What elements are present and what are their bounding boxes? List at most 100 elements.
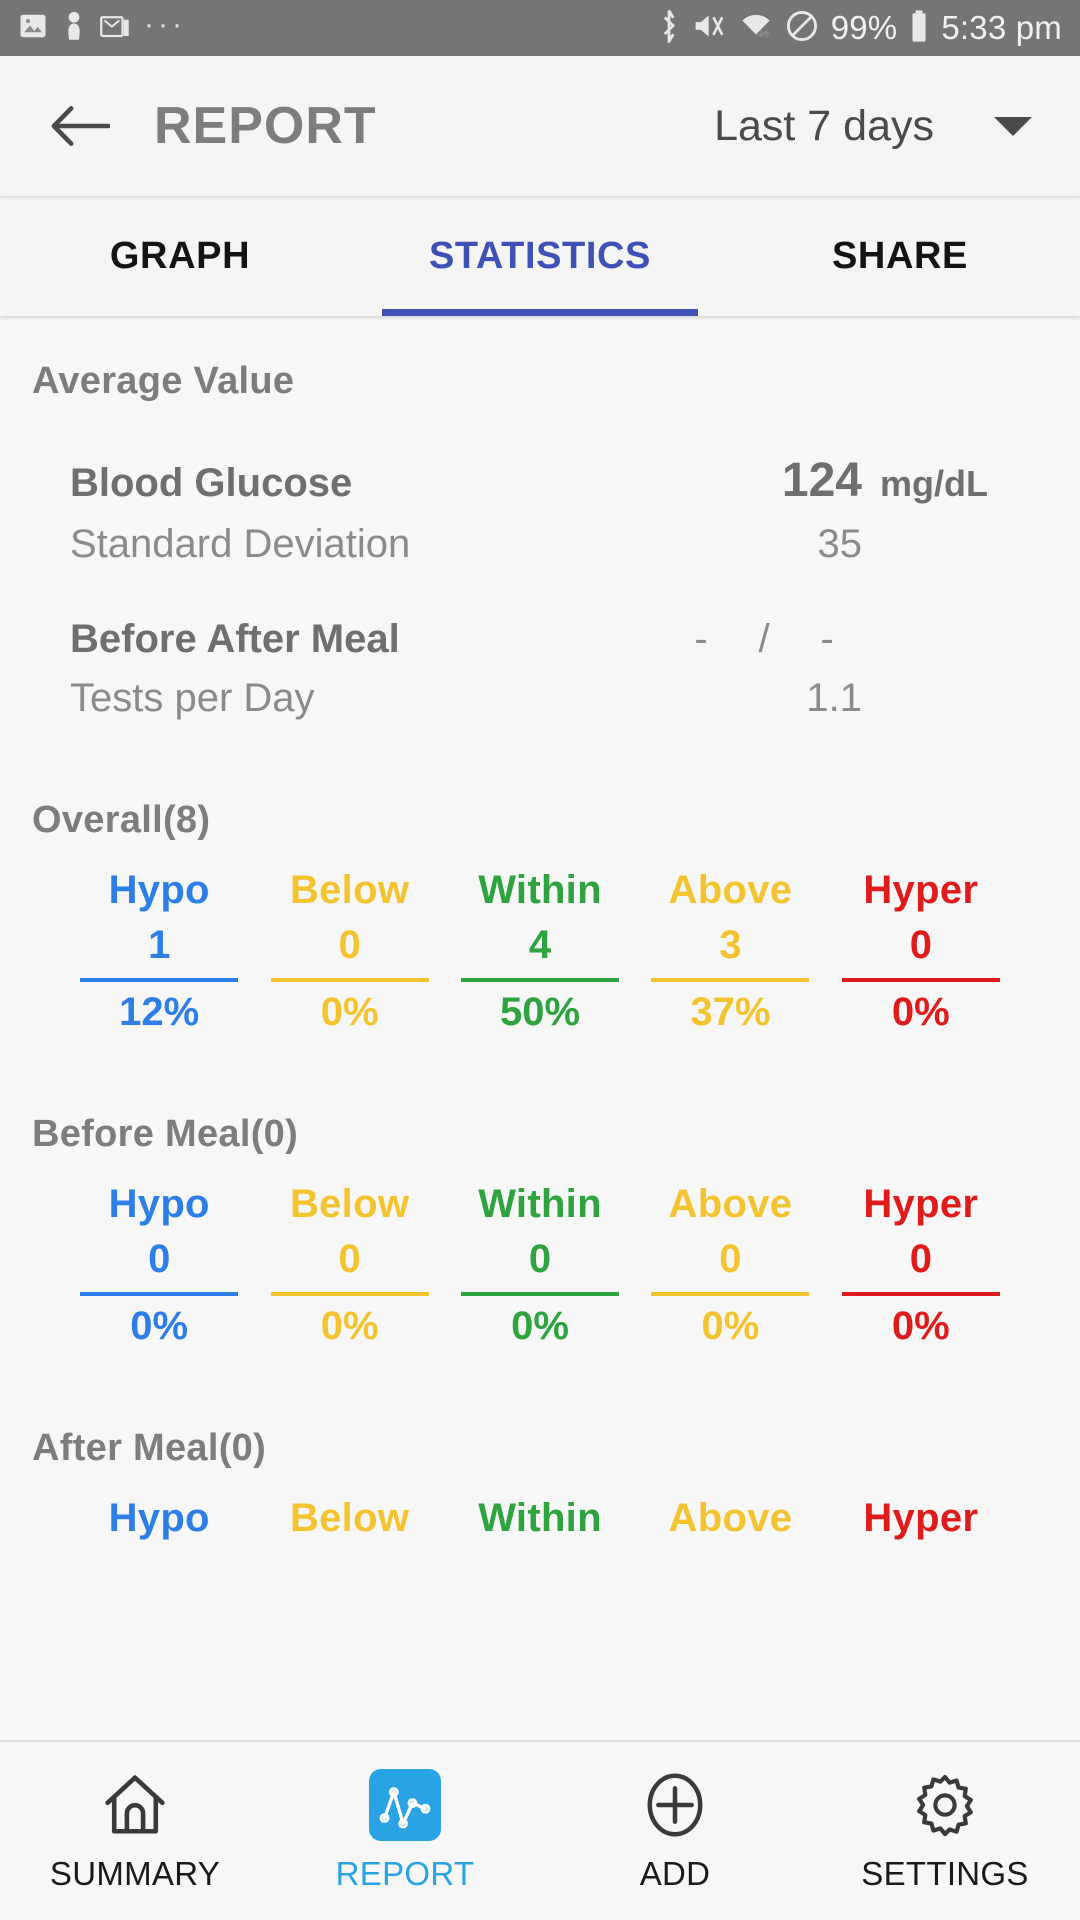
nav-item-settings[interactable]: SETTINGS: [810, 1769, 1080, 1893]
range-label-within: Within: [478, 868, 602, 912]
range-rule-hypo: [80, 978, 239, 982]
bluetooth-icon: [657, 9, 681, 48]
home-icon: [100, 1769, 170, 1841]
range-col-above: Above 3 37%: [635, 868, 825, 1035]
before-after-meal-values: - / -: [666, 617, 862, 662]
chart-icon: [369, 1769, 441, 1841]
date-range-dropdown[interactable]: Last 7 days: [714, 102, 1042, 151]
back-arrow-icon: [51, 106, 110, 146]
bottom-navigation: SUMMARY REPORT ADD SETTINGS: [0, 1740, 1080, 1920]
range-count-hypo: 1: [148, 923, 171, 967]
nav-item-report[interactable]: REPORT: [270, 1769, 540, 1893]
range-col-below: Below 0 0%: [254, 1182, 444, 1349]
more-dots-icon: ···: [144, 8, 186, 41]
nav-label-report: REPORT: [335, 1855, 475, 1892]
before-meal-value: -: [694, 617, 708, 661]
range-label-above: Above: [668, 1182, 793, 1226]
range-pct-hyper: 0%: [891, 990, 950, 1034]
tab-graph-label: GRAPH: [109, 234, 251, 277]
before-after-separator: /: [758, 617, 770, 661]
range-rule-below: [270, 978, 429, 982]
nav-item-add[interactable]: ADD: [540, 1769, 810, 1893]
before-after-meal-label: Before After Meal: [70, 617, 400, 661]
range-col-within: Within 4 50%: [445, 868, 635, 1035]
range-pct-above: 0%: [701, 1304, 760, 1348]
back-button[interactable]: [48, 94, 112, 158]
range-pct-hyper: 0%: [891, 1304, 950, 1348]
range-rule-within: [461, 1292, 620, 1296]
after-meal-value: -: [820, 617, 834, 661]
group-before-meal: Before Meal(0) Hypo 0 0% Below 0 0% With…: [32, 1113, 1048, 1349]
tests-per-day-label: Tests per Day: [70, 676, 315, 720]
standard-deviation-label: Standard Deviation: [70, 522, 411, 566]
range-count-below: 0: [338, 1237, 361, 1281]
range-label-above: Above: [668, 1496, 793, 1540]
range-count-above: 3: [719, 923, 742, 967]
statistics-content: Average Value Blood Glucose 124 mg/dL St…: [0, 316, 1080, 1740]
clock-time: 5:33 pm: [941, 9, 1062, 46]
range-col-hypo: Hypo 1 12%: [64, 868, 254, 1035]
nav-label-settings: SETTINGS: [861, 1855, 1029, 1892]
battery-icon: [909, 9, 929, 48]
range-rule-below: [270, 1292, 429, 1296]
report-chip: [369, 1769, 441, 1841]
tab-statistics[interactable]: STATISTICS: [360, 196, 720, 316]
range-rule-above: [651, 1292, 810, 1296]
group-after-meal-title: After Meal(0): [32, 1427, 267, 1469]
range-pct-within: 50%: [499, 990, 581, 1034]
range-count-below: 0: [338, 923, 361, 967]
tab-graph[interactable]: GRAPH: [0, 196, 360, 316]
range-pct-hypo: 0%: [130, 1304, 189, 1348]
date-range-label: Last 7 days: [714, 101, 934, 150]
chevron-down-icon: [994, 116, 1032, 136]
status-bar-right-icons: 99% 5:33 pm: [657, 9, 1062, 48]
group-after-meal-table: Hypo Below Within Above Hyper: [32, 1496, 1048, 1541]
range-col-above: Above: [635, 1496, 825, 1541]
range-rule-hypo: [80, 1292, 239, 1296]
page-title: REPORT: [154, 97, 377, 155]
range-count-above: 0: [719, 1237, 742, 1281]
average-value-heading: Average Value: [32, 360, 295, 402]
range-count-within: 4: [528, 923, 552, 967]
range-col-below: Below: [254, 1496, 444, 1541]
range-col-hyper: Hyper 0 0%: [826, 868, 1016, 1035]
nav-label-summary: SUMMARY: [49, 1855, 221, 1892]
tab-share-label: SHARE: [831, 234, 969, 277]
gmail-icon: [100, 11, 130, 46]
range-pct-below: 0%: [320, 990, 379, 1034]
range-label-below: Below: [289, 868, 410, 912]
standard-deviation-value: 35: [817, 522, 863, 566]
tests-per-day-row: Tests per Day 1.1 mg/dL: [70, 676, 1010, 721]
standard-deviation-row: Standard Deviation 35 mg/dL: [70, 522, 1010, 567]
range-col-hyper: Hyper: [826, 1496, 1016, 1541]
group-before-meal-table: Hypo 0 0% Below 0 0% Within 0 0% Above 0…: [32, 1182, 1048, 1349]
blood-glucose-row: Blood Glucose 124 mg/dL: [70, 453, 1010, 508]
blood-glucose-unit: mg/dL: [880, 463, 988, 504]
range-rule-within: [461, 978, 620, 982]
battery-percent: 99%: [830, 9, 898, 46]
average-value-block: Blood Glucose 124 mg/dL Standard Deviati…: [32, 453, 1048, 721]
range-label-hyper: Hyper: [863, 1496, 979, 1540]
blood-glucose-value: 124: [781, 454, 862, 507]
image-icon: [18, 11, 48, 46]
plus-circle-icon: [639, 1769, 711, 1841]
gear-icon: [910, 1769, 980, 1841]
tests-per-day-value: 1.1: [806, 676, 862, 720]
tab-share[interactable]: SHARE: [720, 196, 1080, 316]
range-pct-hypo: 12%: [119, 990, 200, 1034]
range-rule-hyper: [841, 978, 1000, 982]
range-col-within: Within: [445, 1496, 635, 1541]
nav-item-summary[interactable]: SUMMARY: [0, 1769, 270, 1893]
range-label-hypo: Hypo: [108, 868, 210, 912]
range-col-hyper: Hyper 0 0%: [826, 1182, 1016, 1349]
group-overall-table: Hypo 1 12% Below 0 0% Within 4 50% Above…: [32, 868, 1048, 1035]
mute-icon: [693, 10, 727, 47]
status-bar: ··· 99% 5:33 pm: [0, 0, 1080, 56]
range-col-hypo: Hypo 0 0%: [64, 1182, 254, 1349]
tab-statistics-label: STATISTICS: [428, 234, 652, 277]
app-bar: REPORT Last 7 days: [0, 56, 1080, 196]
range-col-below: Below 0 0%: [254, 868, 444, 1035]
group-overall: Overall(8) Hypo 1 12% Below 0 0% Within …: [32, 799, 1048, 1035]
range-rule-above: [651, 978, 810, 982]
wifi-icon: [739, 10, 773, 47]
